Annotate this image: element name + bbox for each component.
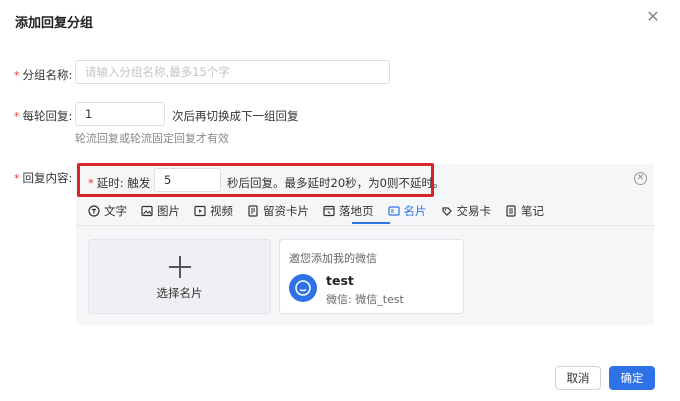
delay-label: * 延时: 触发 — [88, 176, 151, 190]
avatar — [289, 274, 317, 302]
per-round-suffix: 次后再切换成下一组回复 — [172, 109, 299, 123]
tab-business-card[interactable]: 名片 — [387, 202, 427, 220]
image-icon — [141, 205, 153, 217]
tab-divider — [76, 225, 654, 226]
content-type-tabs: 文字 图片 视频 留资卡片 落地页 名片 交易卡 笔记 — [88, 202, 544, 220]
select-business-card-button[interactable]: 选择名片 — [88, 239, 271, 314]
required-mark: * — [88, 176, 94, 190]
active-tab-indicator — [352, 222, 390, 224]
select-card-label: 选择名片 — [156, 286, 203, 300]
tab-lead-card[interactable]: 留资卡片 — [247, 202, 309, 220]
tab-image[interactable]: 图片 — [141, 202, 180, 220]
video-icon — [194, 205, 206, 217]
landing-page-icon — [323, 205, 335, 217]
wechat-id: 微信: 微信_test — [326, 293, 404, 306]
per-round-label: * 每轮回复: — [14, 109, 73, 123]
business-card-icon — [387, 205, 400, 217]
close-icon[interactable]: ✕ — [645, 9, 661, 25]
reply-content-label: * 回复内容: — [14, 171, 73, 185]
plus-icon — [169, 256, 191, 278]
required-mark: * — [14, 110, 20, 123]
lead-card-icon — [247, 205, 259, 217]
group-name-label: * 分组名称: — [14, 68, 73, 82]
note-icon — [505, 205, 517, 217]
required-mark: * — [14, 69, 20, 82]
wechat-name: test — [326, 273, 354, 288]
tab-landing-page[interactable]: 落地页 — [323, 202, 374, 220]
confirm-button[interactable]: 确定 — [609, 366, 655, 390]
group-name-input[interactable] — [75, 60, 390, 84]
add-reply-group-dialog: 添加回复分组 ✕ *分组名称: *每轮回复: 次后再切换成下一组回复 轮流回复或… — [0, 0, 680, 401]
cancel-button[interactable]: 取消 — [555, 366, 601, 390]
trade-card-icon — [441, 205, 453, 217]
text-icon — [88, 205, 100, 217]
required-mark: * — [14, 172, 20, 185]
delay-suffix: 秒后回复。最多延时20秒，为0则不延时。 — [227, 176, 445, 190]
tab-note[interactable]: 笔记 — [505, 202, 544, 220]
per-round-note: 轮流回复或轮流固定回复才有效 — [75, 132, 229, 145]
dialog-title: 添加回复分组 — [15, 16, 94, 31]
remove-content-icon[interactable]: ✕ — [634, 172, 647, 185]
chat-icon — [295, 280, 311, 296]
delay-seconds-input[interactable] — [154, 168, 221, 192]
wechat-invite-text: 邀您添加我的微信 — [289, 252, 377, 265]
wechat-card-preview: 邀您添加我的微信 test 微信: 微信_test — [279, 239, 464, 314]
tab-video[interactable]: 视频 — [194, 202, 233, 220]
per-round-input[interactable] — [75, 102, 165, 126]
tab-trade-card[interactable]: 交易卡 — [441, 202, 491, 220]
tab-text[interactable]: 文字 — [88, 202, 127, 220]
